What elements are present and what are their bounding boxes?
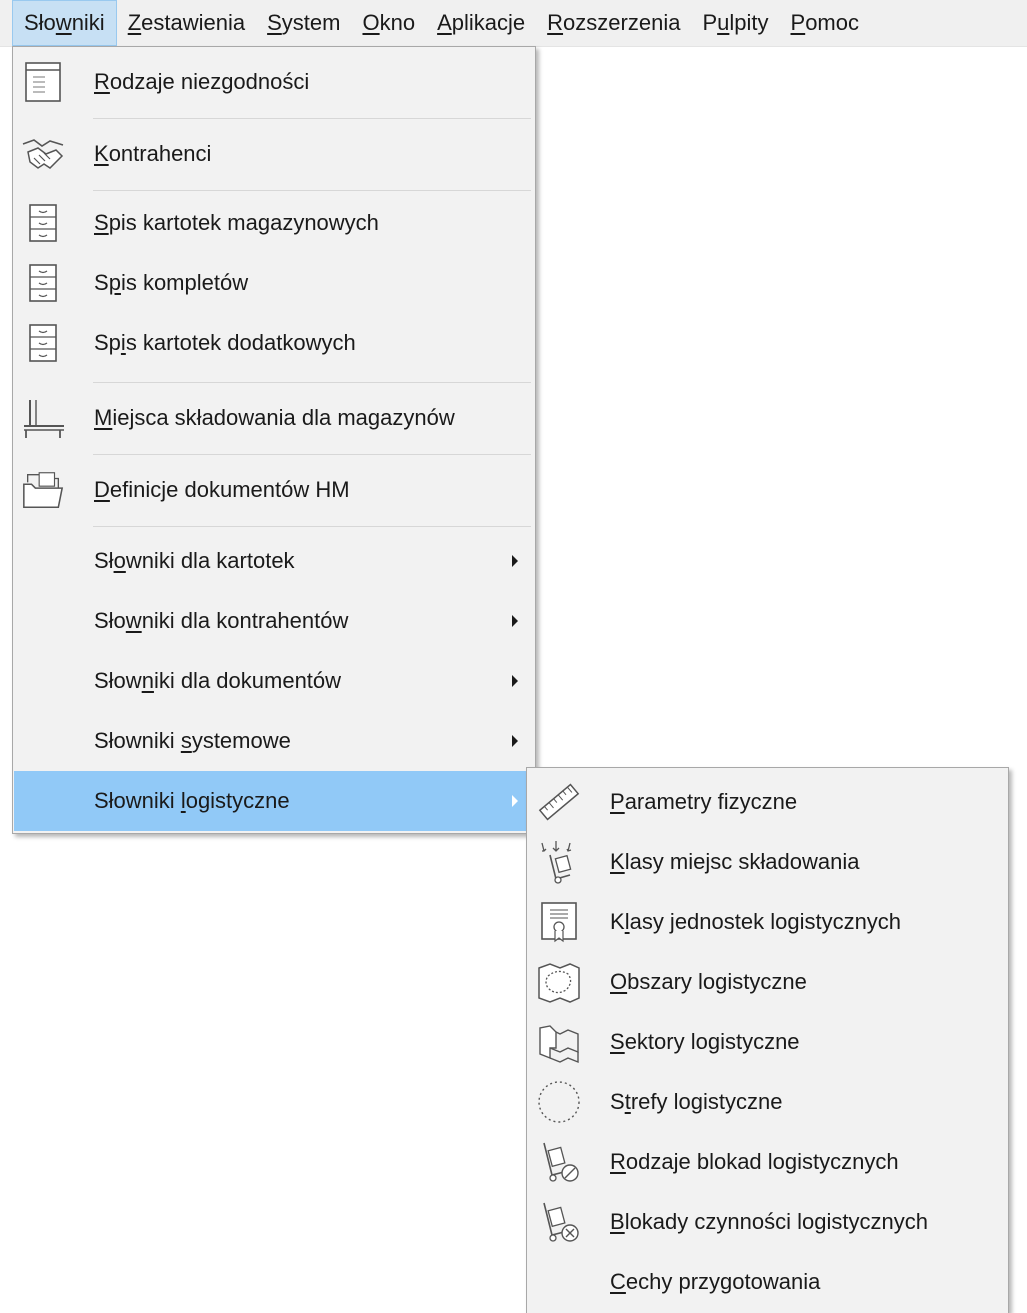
slowniki-logistyczne-submenu: Parametry fizyczne Klasy miejsc składowa… bbox=[526, 767, 1009, 1313]
menu-item-kontrahenci[interactable]: Kontrahenci bbox=[14, 121, 534, 187]
menu-item-label: Klasy jednostek logistycznych bbox=[610, 909, 902, 934]
submenu-arrow-icon bbox=[512, 555, 518, 567]
menu-label: Rozszerzenia bbox=[547, 10, 681, 35]
menu-item-label: Miejsca składowania dla magazynów bbox=[94, 405, 455, 430]
file-cabinet-icon bbox=[20, 260, 66, 306]
menu-label: Słowniki bbox=[24, 10, 105, 35]
menu-slowniki[interactable]: Słowniki bbox=[12, 0, 117, 46]
map-area-icon bbox=[536, 959, 582, 1005]
menu-item-spis-kartotek-magazynowych[interactable]: Spis kartotek magazynowych bbox=[14, 193, 534, 253]
menu-item-label: Parametry fizyczne bbox=[610, 789, 798, 814]
menu-item-label: Rodzaje niezgodności bbox=[94, 69, 310, 94]
menu-item-cechy-przygotowania[interactable]: Cechy przygotowania bbox=[528, 1252, 1007, 1312]
menu-zestawienia[interactable]: Zestawienia bbox=[117, 0, 256, 46]
menu-pomoc[interactable]: Pomoc bbox=[780, 0, 870, 46]
menu-item-slowniki-systemowe[interactable]: Słowniki systemowe bbox=[14, 711, 534, 771]
menu-item-klasy-miejsc-skladowania[interactable]: Klasy miejsc składowania bbox=[528, 832, 1007, 892]
hand-truck-cancel-icon bbox=[536, 1199, 582, 1245]
menu-item-rodzaje-blokad-logistycznych[interactable]: Rodzaje blokad logistycznych bbox=[528, 1132, 1007, 1192]
submenu-arrow-icon bbox=[512, 675, 518, 687]
menu-label: Pomoc bbox=[790, 10, 859, 35]
separator bbox=[93, 190, 531, 191]
menu-item-label: Sektory logistyczne bbox=[610, 1029, 800, 1054]
file-cabinet-icon bbox=[20, 320, 66, 366]
menu-item-label: Blokady czynności logistycznych bbox=[610, 1209, 928, 1234]
menu-item-slowniki-dla-dokumentow[interactable]: Słowniki dla dokumentów bbox=[14, 651, 534, 711]
submenu-arrow-icon bbox=[512, 615, 518, 627]
menu-item-label: Cechy przygotowania bbox=[610, 1269, 821, 1294]
separator bbox=[93, 454, 531, 455]
menu-item-label: Spis kartotek magazynowych bbox=[94, 210, 379, 235]
menu-aplikacje[interactable]: Aplikacje bbox=[426, 0, 536, 46]
menu-item-definicje-dokumentow-hm[interactable]: Definicje dokumentów HM bbox=[14, 457, 534, 523]
menu-item-spis-kompletow[interactable]: Spis kompletów bbox=[14, 253, 534, 313]
menu-label: Okno bbox=[362, 10, 416, 35]
menu-item-label: Strefy logistyczne bbox=[610, 1089, 783, 1114]
hand-truck-arrows-icon bbox=[536, 839, 582, 885]
menu-label: Zestawienia bbox=[127, 10, 246, 35]
list-icon bbox=[20, 59, 66, 105]
menu-item-label: Słowniki dla kontrahentów bbox=[94, 608, 349, 633]
menu-item-parametry-fizyczne[interactable]: Parametry fizyczne bbox=[528, 772, 1007, 832]
menu-item-label: Słowniki dla dokumentów bbox=[94, 668, 342, 693]
menu-item-spis-kartotek-dodatkowych[interactable]: Spis kartotek dodatkowych bbox=[14, 313, 534, 373]
menu-label: Pulpity bbox=[702, 10, 769, 35]
menu-item-label: Słowniki dla kartotek bbox=[94, 548, 295, 573]
separator bbox=[93, 118, 531, 119]
menu-item-slowniki-logistyczne[interactable]: Słowniki logistyczne bbox=[14, 771, 534, 831]
file-cabinet-icon bbox=[20, 200, 66, 246]
menu-item-strefy-logistyczne[interactable]: Strefy logistyczne bbox=[528, 1072, 1007, 1132]
menu-item-label: Kontrahenci bbox=[94, 141, 212, 166]
menu-label: Aplikacje bbox=[437, 10, 526, 35]
menu-item-label: Słowniki systemowe bbox=[94, 728, 291, 753]
menu-system[interactable]: System bbox=[256, 0, 351, 46]
hand-truck-block-icon bbox=[536, 1139, 582, 1185]
menu-item-klasy-jednostek-logistycznych[interactable]: Klasy jednostek logistycznych bbox=[528, 892, 1007, 952]
submenu-arrow-icon bbox=[512, 735, 518, 747]
folder-icon bbox=[20, 467, 66, 513]
menu-bar: Słowniki Zestawienia System Okno Aplikac… bbox=[0, 0, 1027, 47]
menu-item-blokady-czynnosci-logistycznych[interactable]: Blokady czynności logistycznych bbox=[528, 1192, 1007, 1252]
handshake-icon bbox=[20, 131, 66, 177]
map-sector-icon bbox=[536, 1019, 582, 1065]
ruler-icon bbox=[536, 779, 582, 825]
menu-item-label: Spis kartotek dodatkowych bbox=[94, 330, 356, 355]
slowniki-dropdown: Rodzaje niezgodności Kontrahenci Spis ka… bbox=[12, 46, 536, 834]
menu-item-label: Rodzaje blokad logistycznych bbox=[610, 1149, 899, 1174]
menu-rozszerzenia[interactable]: Rozszerzenia bbox=[536, 0, 691, 46]
dotted-circle-icon bbox=[536, 1079, 582, 1125]
certificate-icon bbox=[536, 899, 582, 945]
menu-item-slowniki-dla-kontrahentow[interactable]: Słowniki dla kontrahentów bbox=[14, 591, 534, 651]
menu-item-label: Klasy miejsc składowania bbox=[610, 849, 860, 874]
menu-item-label: Słowniki logistyczne bbox=[94, 788, 290, 813]
menu-label: System bbox=[267, 10, 341, 35]
menu-pulpity[interactable]: Pulpity bbox=[691, 0, 779, 46]
menu-okno[interactable]: Okno bbox=[351, 0, 426, 46]
menu-item-label: Spis kompletów bbox=[94, 270, 249, 295]
menu-item-miejsca-skladowania[interactable]: Miejsca składowania dla magazynów bbox=[14, 385, 534, 451]
menu-item-slowniki-dla-kartotek[interactable]: Słowniki dla kartotek bbox=[14, 531, 534, 591]
menu-item-sektory-logistyczne[interactable]: Sektory logistyczne bbox=[528, 1012, 1007, 1072]
menu-item-obszary-logistyczne[interactable]: Obszary logistyczne bbox=[528, 952, 1007, 1012]
separator bbox=[93, 382, 531, 383]
menu-item-label: Definicje dokumentów HM bbox=[94, 477, 350, 502]
shelf-icon bbox=[20, 395, 66, 441]
separator bbox=[93, 526, 531, 527]
menu-item-rodzaje-niezgodnosci[interactable]: Rodzaje niezgodności bbox=[14, 49, 534, 115]
submenu-arrow-icon bbox=[512, 795, 518, 807]
menu-item-label: Obszary logistyczne bbox=[610, 969, 807, 994]
